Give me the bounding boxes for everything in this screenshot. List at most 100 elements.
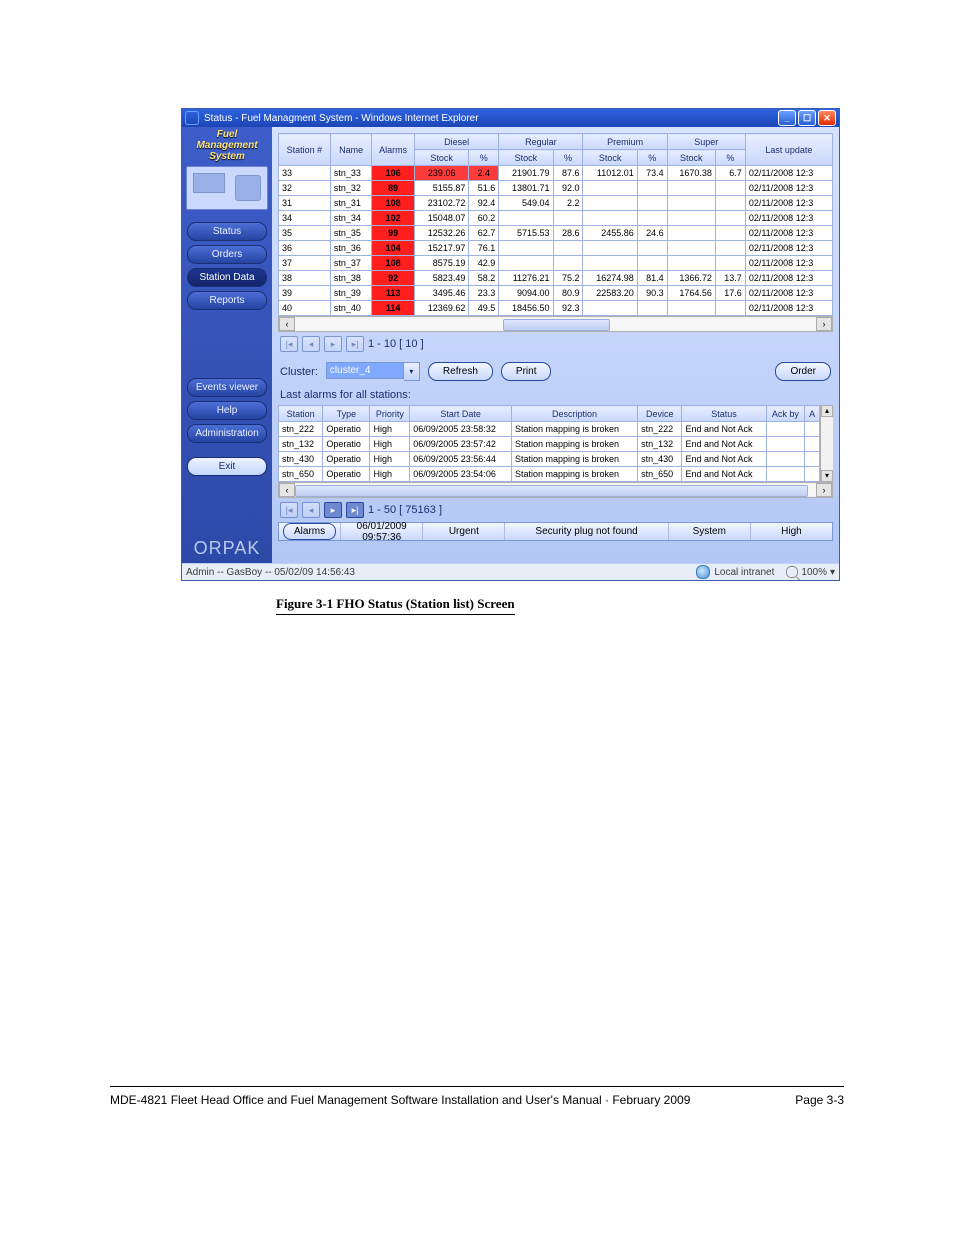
ie-zone: Local intranet xyxy=(714,567,774,578)
nav-status[interactable]: Status xyxy=(187,222,267,241)
status-level: High xyxy=(750,523,832,540)
pager-next-icon[interactable]: ▸ xyxy=(324,336,342,352)
nav-help[interactable]: Help xyxy=(187,401,267,420)
status-message: Security plug not found xyxy=(504,523,667,540)
col-a-desc[interactable]: Description xyxy=(511,406,637,422)
pager-first-icon[interactable]: |◂ xyxy=(280,336,298,352)
alarms-pager: |◂ ◂ ▸ ▸| 1 - 50 [ 75163 ] xyxy=(278,498,833,522)
table-row[interactable]: stn_132OperatioHigh06/09/2005 23:57:42St… xyxy=(279,437,820,452)
table-row[interactable]: stn_650OperatioHigh06/09/2005 23:54:06St… xyxy=(279,467,820,482)
cluster-label: Cluster: xyxy=(280,366,318,378)
table-row[interactable]: stn_430OperatioHigh06/09/2005 23:56:44St… xyxy=(279,452,820,467)
pager-last-icon[interactable]: ▸| xyxy=(346,336,364,352)
document-footer: MDE-4821 Fleet Head Office and Fuel Mana… xyxy=(110,1086,844,1107)
table-row[interactable]: 38stn_38925823.4958.211276.2175.216274.9… xyxy=(279,271,833,286)
col-regular[interactable]: Regular xyxy=(499,134,583,150)
window-title: Status - Fuel Managment System - Windows… xyxy=(204,113,778,124)
pager-first-icon[interactable]: |◂ xyxy=(280,502,298,518)
table-row[interactable]: 34stn_3410215048.0760.202/11/2008 12:3 xyxy=(279,211,833,226)
table-row[interactable]: 40stn_4011412369.6249.518456.5092.302/11… xyxy=(279,301,833,316)
col-last-update[interactable]: Last update xyxy=(745,134,832,166)
nav-reports[interactable]: Reports xyxy=(187,291,267,310)
table-row[interactable]: 33stn_33106239.062.421901.7987.611012.01… xyxy=(279,166,833,181)
col-diesel[interactable]: Diesel xyxy=(415,134,499,150)
nav-orders[interactable]: Orders xyxy=(187,245,267,264)
fuel-table: Station # Name Alarms Diesel Regular Pre… xyxy=(278,133,833,316)
alarms-hscrollbar[interactable]: ‹ › xyxy=(278,482,833,498)
status-source: System xyxy=(668,523,750,540)
col-premium[interactable]: Premium xyxy=(583,134,667,150)
col-super[interactable]: Super xyxy=(667,134,745,150)
print-button[interactable]: Print xyxy=(501,362,552,381)
brand-image xyxy=(186,166,268,210)
order-button[interactable]: Order xyxy=(775,362,831,381)
scroll-left-icon[interactable]: ‹ xyxy=(279,483,295,497)
alarms-table-wrap: Station Type Priority Start Date Descrip… xyxy=(278,405,833,482)
fuel-table-scrollbar[interactable]: ‹ › xyxy=(278,316,833,332)
chevron-down-icon: ▾ xyxy=(830,567,835,578)
screenshot-window: Status - Fuel Managment System - Windows… xyxy=(181,108,840,581)
ie-zoom[interactable]: 100% ▾ xyxy=(786,566,835,578)
table-row[interactable]: 31stn_3110823102.7292.4549.042.202/11/20… xyxy=(279,196,833,211)
fuel-table-wrap: Station # Name Alarms Diesel Regular Pre… xyxy=(278,133,833,316)
scroll-down-icon[interactable]: ▾ xyxy=(821,470,833,482)
col-a-device[interactable]: Device xyxy=(638,406,682,422)
col-station-no[interactable]: Station # xyxy=(279,134,331,166)
window-titlebar: Status - Fuel Managment System - Windows… xyxy=(182,109,839,127)
col-a-type[interactable]: Type xyxy=(323,406,370,422)
table-row[interactable]: 35stn_359912532.2662.75715.5328.62455.86… xyxy=(279,226,833,241)
zoom-icon xyxy=(786,566,798,578)
col-a-start[interactable]: Start Date xyxy=(410,406,512,422)
status-datetime: 06/01/2009 09:57:36 xyxy=(340,523,422,540)
table-row[interactable]: stn_222OperatioHigh06/09/2005 23:58:32St… xyxy=(279,422,820,437)
scroll-right-icon[interactable]: › xyxy=(816,483,832,497)
footer-left: MDE-4821 Fleet Head Office and Fuel Mana… xyxy=(110,1093,690,1107)
pager-prev-icon[interactable]: ◂ xyxy=(302,336,320,352)
app-status-bar: Alarms 06/01/2009 09:57:36 Urgent Securi… xyxy=(278,522,833,541)
brand-label: Fuel Management System xyxy=(185,129,269,162)
col-a-status[interactable]: Status xyxy=(682,406,766,422)
refresh-button[interactable]: Refresh xyxy=(428,362,493,381)
scroll-up-icon[interactable]: ▴ xyxy=(821,405,833,417)
col-name[interactable]: Name xyxy=(330,134,371,166)
cluster-select[interactable] xyxy=(326,362,404,379)
pager-last-icon[interactable]: ▸| xyxy=(346,502,364,518)
scroll-left-icon[interactable]: ‹ xyxy=(279,317,295,331)
main-content: Station # Name Alarms Diesel Regular Pre… xyxy=(272,127,839,563)
ie-status-bar: Admin -- GasBoy -- 05/02/09 14:56:43 Loc… xyxy=(182,563,839,580)
scroll-thumb[interactable] xyxy=(503,319,609,331)
nav-administration[interactable]: Administration xyxy=(187,424,267,443)
nav-station-data[interactable]: Station Data xyxy=(187,268,267,287)
alarms-chip-button[interactable]: Alarms xyxy=(283,523,336,540)
fuel-pager: |◂ ◂ ▸ ▸| 1 - 10 [ 10 ] xyxy=(278,332,833,356)
col-a-ack[interactable]: Ack by xyxy=(766,406,805,422)
figure-caption: Figure 3-1 FHO Status (Station list) Scr… xyxy=(276,596,515,615)
footer-right: Page 3-3 xyxy=(795,1093,844,1107)
table-row[interactable]: 37stn_371088575.1942.902/11/2008 12:3 xyxy=(279,256,833,271)
globe-icon xyxy=(696,565,710,579)
nav-events-viewer[interactable]: Events viewer xyxy=(187,378,267,397)
cluster-bar: Cluster: ▾ Refresh Print Order xyxy=(278,356,833,387)
scroll-right-icon[interactable]: › xyxy=(816,317,832,331)
table-row[interactable]: 32stn_32895155.8751.613801.7192.002/11/2… xyxy=(279,181,833,196)
col-a-priority[interactable]: Priority xyxy=(370,406,410,422)
table-row[interactable]: 36stn_3610415217.9776.102/11/2008 12:3 xyxy=(279,241,833,256)
table-row[interactable]: 39stn_391133495.4623.39094.0080.922583.2… xyxy=(279,286,833,301)
alarms-pager-range: 1 - 50 [ 75163 ] xyxy=(368,504,442,516)
scroll-thumb[interactable] xyxy=(295,485,808,497)
ie-icon xyxy=(185,111,199,125)
alarms-vscrollbar[interactable]: ▴ ▾ xyxy=(820,405,833,482)
maximize-button[interactable]: ☐ xyxy=(798,110,816,126)
dropdown-icon[interactable]: ▾ xyxy=(404,362,420,381)
alarms-label: Last alarms for all stations: xyxy=(278,387,833,405)
pager-range: 1 - 10 [ 10 ] xyxy=(368,338,424,350)
alarms-table: Station Type Priority Start Date Descrip… xyxy=(278,405,820,482)
minimize-button[interactable]: _ xyxy=(778,110,796,126)
close-button[interactable]: ✕ xyxy=(818,110,836,126)
col-a-station[interactable]: Station xyxy=(279,406,323,422)
pager-next-icon[interactable]: ▸ xyxy=(324,502,342,518)
pager-prev-icon[interactable]: ◂ xyxy=(302,502,320,518)
col-a-a[interactable]: A xyxy=(805,406,820,422)
col-alarms[interactable]: Alarms xyxy=(372,134,415,166)
nav-exit[interactable]: Exit xyxy=(187,457,267,476)
